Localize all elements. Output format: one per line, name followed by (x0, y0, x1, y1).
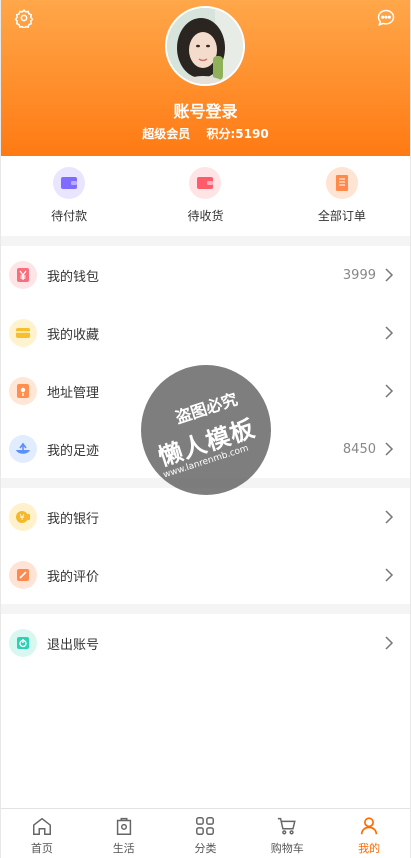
tab-label: 购物车 (270, 842, 304, 855)
yen-icon (9, 261, 37, 289)
location-icon (9, 377, 37, 405)
footprint-icon (9, 435, 37, 463)
menu-label: 我的钱包 (47, 269, 100, 285)
order-label: 全部订单 (317, 209, 366, 223)
bag-icon (116, 817, 131, 835)
chevron-right-icon (385, 442, 394, 456)
menu-label: 我的收藏 (47, 327, 100, 343)
user-icon (360, 817, 378, 835)
chevron-right-icon (385, 636, 394, 650)
order-label: 待付款 (51, 209, 88, 223)
menu-item-logout[interactable]: 退出账号 (1, 614, 410, 672)
member-level: 超级会员 (142, 127, 191, 141)
menu-item-favorites[interactable]: 我的收藏 (1, 304, 410, 362)
tab-label: 分类 (194, 842, 217, 855)
svg-text:¥: ¥ (19, 513, 24, 522)
gear-icon[interactable] (14, 8, 34, 28)
menu-label: 地址管理 (47, 385, 100, 401)
tab-label: 首页 (30, 842, 53, 855)
power-icon (9, 629, 37, 657)
points-value: 积分:5190 (206, 127, 269, 141)
wallet-balance: 3999 (342, 267, 376, 283)
menu-label: 我的足迹 (47, 443, 100, 459)
tab-life[interactable]: 生活 (83, 809, 165, 858)
home-icon (32, 817, 51, 835)
member-info: 超级会员 积分:5190 (1, 125, 410, 142)
tab-category[interactable]: 分类 (165, 809, 247, 858)
avatar[interactable] (165, 6, 245, 86)
chat-icon[interactable] (376, 8, 396, 28)
menu-group-finance: ¥ 我的银行 我的评价 (1, 488, 410, 604)
tab-cart[interactable]: 购物车 (246, 809, 328, 858)
menu-item-footprint[interactable]: 我的足迹 8450 (1, 420, 410, 478)
chevron-right-icon (385, 568, 394, 582)
bottom-tab-bar: 首页 生活 分类 购物车 我的 (1, 808, 410, 858)
chevron-right-icon (385, 268, 394, 282)
menu-item-wallet[interactable]: 我的钱包 3999 (1, 246, 410, 304)
profile-header: 账号登录 超级会员 积分:5190 (1, 0, 410, 156)
chevron-right-icon (385, 384, 394, 398)
menu-label: 我的评价 (47, 569, 100, 585)
edit-icon (9, 561, 37, 589)
order-all[interactable]: 全部订单 (274, 156, 410, 236)
purse-icon (189, 167, 222, 199)
grid-icon (196, 817, 215, 835)
menu-label: 我的银行 (47, 511, 100, 527)
login-title[interactable]: 账号登录 (1, 98, 410, 122)
tab-home[interactable]: 首页 (1, 809, 83, 858)
order-pending-payment[interactable]: 待付款 (1, 156, 137, 236)
tab-label: 我的 (358, 842, 381, 855)
scroll-icon (325, 167, 358, 199)
order-shortcuts: 待付款 待收货 全部订单 (1, 156, 410, 236)
menu-item-address[interactable]: 地址管理 (1, 362, 410, 420)
footprint-count: 8450 (342, 441, 376, 457)
wallet-icon (53, 167, 86, 199)
tab-label: 生活 (112, 842, 135, 855)
order-pending-receipt[interactable]: 待收货 (137, 156, 273, 236)
menu-group-account: 我的钱包 3999 我的收藏 地址管理 我的足迹 8450 (1, 246, 410, 478)
cart-icon (278, 817, 297, 835)
tab-mine[interactable]: 我的 (328, 809, 410, 858)
chevron-right-icon (385, 326, 394, 340)
menu-item-reviews[interactable]: 我的评价 (1, 546, 410, 604)
menu-item-bank[interactable]: ¥ 我的银行 (1, 488, 410, 546)
chevron-right-icon (385, 510, 394, 524)
profile-page: 账号登录 超级会员 积分:5190 待付款 待收货 全部订单 我的钱包 3999… (0, 0, 411, 858)
menu-group-logout: 退出账号 (1, 614, 410, 808)
order-label: 待收货 (187, 209, 224, 223)
menu-label: 退出账号 (47, 637, 100, 653)
favorite-box-icon (9, 319, 37, 347)
coin-icon: ¥ (9, 503, 37, 531)
